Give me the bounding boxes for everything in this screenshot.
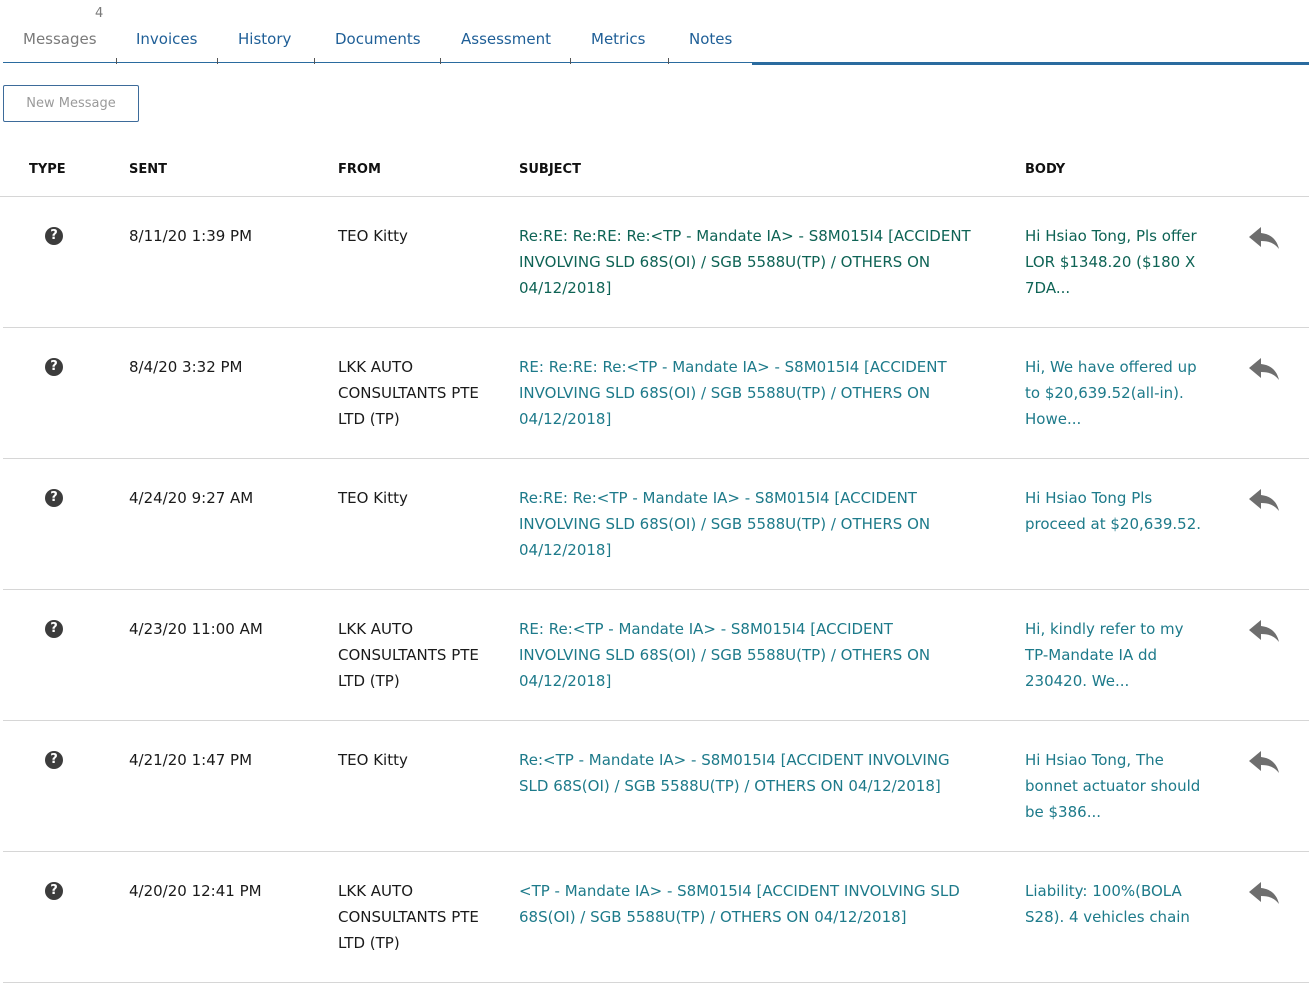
tab-separator bbox=[668, 58, 669, 64]
message-sent: 4/21/20 1:47 PM bbox=[129, 751, 253, 769]
table-header: TYPE SENT FROM SUBJECT BODY bbox=[0, 150, 1309, 197]
column-header-type[interactable]: TYPE bbox=[29, 162, 66, 177]
column-header-subject[interactable]: SUBJECT bbox=[519, 162, 581, 177]
message-subject-link[interactable]: Re:RE: Re:<TP - Mandate IA> - S8M015I4 [… bbox=[519, 485, 979, 563]
column-header-from[interactable]: FROM bbox=[338, 162, 381, 177]
tab-documents[interactable]: Documents bbox=[335, 30, 421, 48]
message-sent: 4/23/20 11:00 AM bbox=[129, 620, 263, 638]
messages-count-badge: 4 bbox=[95, 6, 104, 21]
message-sent: 8/11/20 1:39 PM bbox=[129, 227, 253, 245]
tab-separator bbox=[570, 58, 571, 64]
message-subject-link[interactable]: RE: Re:<TP - Mandate IA> - S8M015I4 [ACC… bbox=[519, 616, 979, 694]
message-type-cell: ? bbox=[45, 489, 63, 507]
message-body-preview[interactable]: Hi Hsiao Tong, Pls offer LOR $1348.20 ($… bbox=[1025, 223, 1205, 301]
message-type-cell: ? bbox=[45, 751, 63, 769]
tab-underline-accent bbox=[752, 62, 1309, 65]
message-body-preview[interactable]: Hi Hsiao Tong Pls proceed at $20,639.52. bbox=[1025, 485, 1205, 537]
reply-icon[interactable] bbox=[1247, 225, 1281, 259]
tab-invoices[interactable]: Invoices bbox=[136, 30, 197, 48]
message-sent: 4/20/20 12:41 PM bbox=[129, 882, 262, 900]
tab-separator bbox=[440, 58, 441, 64]
message-type-cell: ? bbox=[45, 358, 63, 376]
help-circle-icon: ? bbox=[45, 882, 63, 900]
message-type-cell: ? bbox=[45, 882, 63, 900]
message-sent: 4/24/20 9:27 AM bbox=[129, 489, 254, 507]
tab-separator bbox=[116, 58, 117, 64]
help-circle-icon: ? bbox=[45, 489, 63, 507]
reply-icon[interactable] bbox=[1247, 618, 1281, 652]
message-body-preview[interactable]: Hi, We have offered up to $20,639.52(all… bbox=[1025, 354, 1205, 432]
message-row[interactable]: ? 4/23/20 11:00 AM LKK AUTO CONSULTANTS PT… bbox=[3, 590, 1309, 721]
tab-bar: 4 Messages Invoices History Documents As… bbox=[0, 0, 1309, 66]
tab-separator bbox=[217, 58, 218, 64]
help-circle-icon: ? bbox=[45, 358, 63, 376]
tab-metrics[interactable]: Metrics bbox=[591, 30, 645, 48]
reply-icon[interactable] bbox=[1247, 487, 1281, 521]
message-type-cell: ? bbox=[45, 620, 63, 638]
tab-messages[interactable]: Messages bbox=[23, 30, 97, 48]
message-from: LKK AUTO CONSULTANTS PTE LTD (TP) bbox=[338, 358, 479, 428]
message-subject-link[interactable]: Re:<TP - Mandate IA> - S8M015I4 [ACCIDEN… bbox=[519, 747, 979, 799]
message-from: TEO Kitty bbox=[338, 227, 408, 245]
help-circle-icon: ? bbox=[45, 620, 63, 638]
message-sent: 8/4/20 3:32 PM bbox=[129, 358, 243, 376]
message-row[interactable]: ? 4/24/20 9:27 AM TEO Kitty Re:RE: Re:<TP -… bbox=[3, 459, 1309, 590]
tab-notes[interactable]: Notes bbox=[689, 30, 732, 48]
column-header-body[interactable]: BODY bbox=[1025, 162, 1065, 177]
message-subject-link[interactable]: <TP - Mandate IA> - S8M015I4 [ACCIDENT I… bbox=[519, 878, 979, 930]
message-from: TEO Kitty bbox=[338, 751, 408, 769]
message-subject-link[interactable]: Re:RE: Re:RE: Re:<TP - Mandate IA> - S8M… bbox=[519, 223, 979, 301]
tab-assessment[interactable]: Assessment bbox=[461, 30, 551, 48]
message-row[interactable]: ? 8/11/20 1:39 PM TEO Kitty Re:RE: Re:RE: R… bbox=[3, 197, 1309, 328]
message-row[interactable]: ? 4/20/20 12:41 PM LKK AUTO CONSULTANTS PT… bbox=[3, 852, 1309, 983]
tab-separator bbox=[314, 58, 315, 64]
tab-history[interactable]: History bbox=[238, 30, 291, 48]
reply-icon[interactable] bbox=[1247, 356, 1281, 390]
message-body-preview[interactable]: Liability: 100%(BOLA S28). 4 vehicles ch… bbox=[1025, 878, 1205, 930]
message-from: LKK AUTO CONSULTANTS PTE LTD (TP) bbox=[338, 882, 479, 952]
message-row[interactable]: ? 8/4/20 3:32 PM LKK AUTO CONSULTANTS PTE … bbox=[3, 328, 1309, 459]
reply-icon[interactable] bbox=[1247, 749, 1281, 783]
message-from: LKK AUTO CONSULTANTS PTE LTD (TP) bbox=[338, 620, 479, 690]
help-circle-icon: ? bbox=[45, 751, 63, 769]
message-body-preview[interactable]: Hi, kindly refer to my TP-Mandate IA dd … bbox=[1025, 616, 1205, 694]
help-circle-icon: ? bbox=[45, 227, 63, 245]
new-message-button[interactable]: New Message bbox=[3, 85, 139, 122]
message-type-cell: ? bbox=[45, 227, 63, 245]
message-row[interactable]: ? 4/21/20 1:47 PM TEO Kitty Re:<TP - Mandat… bbox=[3, 721, 1309, 852]
reply-icon[interactable] bbox=[1247, 880, 1281, 914]
column-header-sent[interactable]: SENT bbox=[129, 162, 167, 177]
message-subject-link[interactable]: RE: Re:RE: Re:<TP - Mandate IA> - S8M015… bbox=[519, 354, 979, 432]
message-body-preview[interactable]: Hi Hsiao Tong, The bonnet actuator shoul… bbox=[1025, 747, 1205, 825]
message-from: TEO Kitty bbox=[338, 489, 408, 507]
